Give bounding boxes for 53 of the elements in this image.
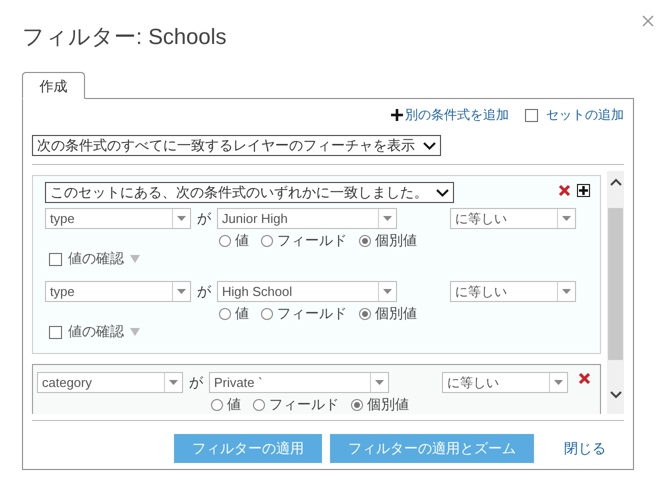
caret-icon [130,255,140,263]
operator-dropdown[interactable]: に等しい [442,372,568,393]
caret-icon [177,216,186,221]
value-dropdown[interactable]: High School [217,281,397,302]
verify-checkbox[interactable] [49,326,62,338]
operator-dropdown[interactable]: に等しい [450,208,576,229]
connector-text: が [189,373,203,392]
value-dropdown[interactable]: Junior High [217,208,397,229]
connector-text: が [197,209,211,228]
verify-label: 値の確認 [68,250,124,268]
caret-icon [130,328,140,336]
value-type-radio[interactable]: 個別値 [351,396,409,414]
plus-icon [391,109,403,121]
caret-icon [375,380,384,385]
add-set-link[interactable]: セットの追加 [546,106,624,124]
caret-icon [177,289,186,294]
field-dropdown[interactable]: type [45,208,191,229]
caret-icon [554,380,563,385]
verify-checkbox[interactable] [49,252,62,266]
connector-text: が [197,282,211,301]
value-type-radio[interactable]: フィールド [261,232,347,250]
chevron-down-icon [436,188,449,196]
scrollbar[interactable] [607,171,624,414]
match-dropdown[interactable]: 次の条件式のすべてに一致するレイヤーのフィーチャを表示 [32,135,441,156]
close-icon[interactable] [642,15,654,27]
caret-icon [562,289,571,294]
operator-dropdown[interactable]: に等しい [450,281,576,302]
delete-icon[interactable] [558,184,571,197]
caret-icon [383,216,392,221]
scroll-thumb[interactable] [608,208,623,360]
value-type-radio[interactable]: フィールド [261,305,347,323]
value-type-radio[interactable]: 値 [219,232,249,250]
add-icon[interactable] [577,184,590,197]
dialog-title: フィルター: Schools [22,23,228,51]
field-dropdown[interactable]: type [45,281,191,302]
chevron-down-icon [423,142,436,150]
value-dropdown[interactable]: Private ` [209,372,389,393]
value-type-radio[interactable]: フィールド [253,396,339,414]
caret-icon [169,380,178,385]
value-type-radio[interactable]: 個別値 [359,232,417,250]
tab[interactable]: 作成 [22,72,85,99]
caret-icon [562,216,571,221]
add-set-checkbox[interactable] [525,108,538,122]
caret-icon [383,289,392,294]
value-type-radio[interactable]: 値 [219,305,249,323]
value-type-radio[interactable]: 値 [211,396,241,414]
close-link[interactable]: 閉じる [564,440,606,458]
field-dropdown[interactable]: category [37,372,183,393]
set-match-dropdown[interactable]: このセットにある、次の条件式のいずれかに一致しました。 [45,182,454,203]
add-expression-link[interactable]: 別の条件式を追加 [391,106,509,124]
delete-icon[interactable] [578,372,591,385]
verify-label: 値の確認 [68,323,124,341]
value-type-radio[interactable]: 個別値 [359,305,417,323]
